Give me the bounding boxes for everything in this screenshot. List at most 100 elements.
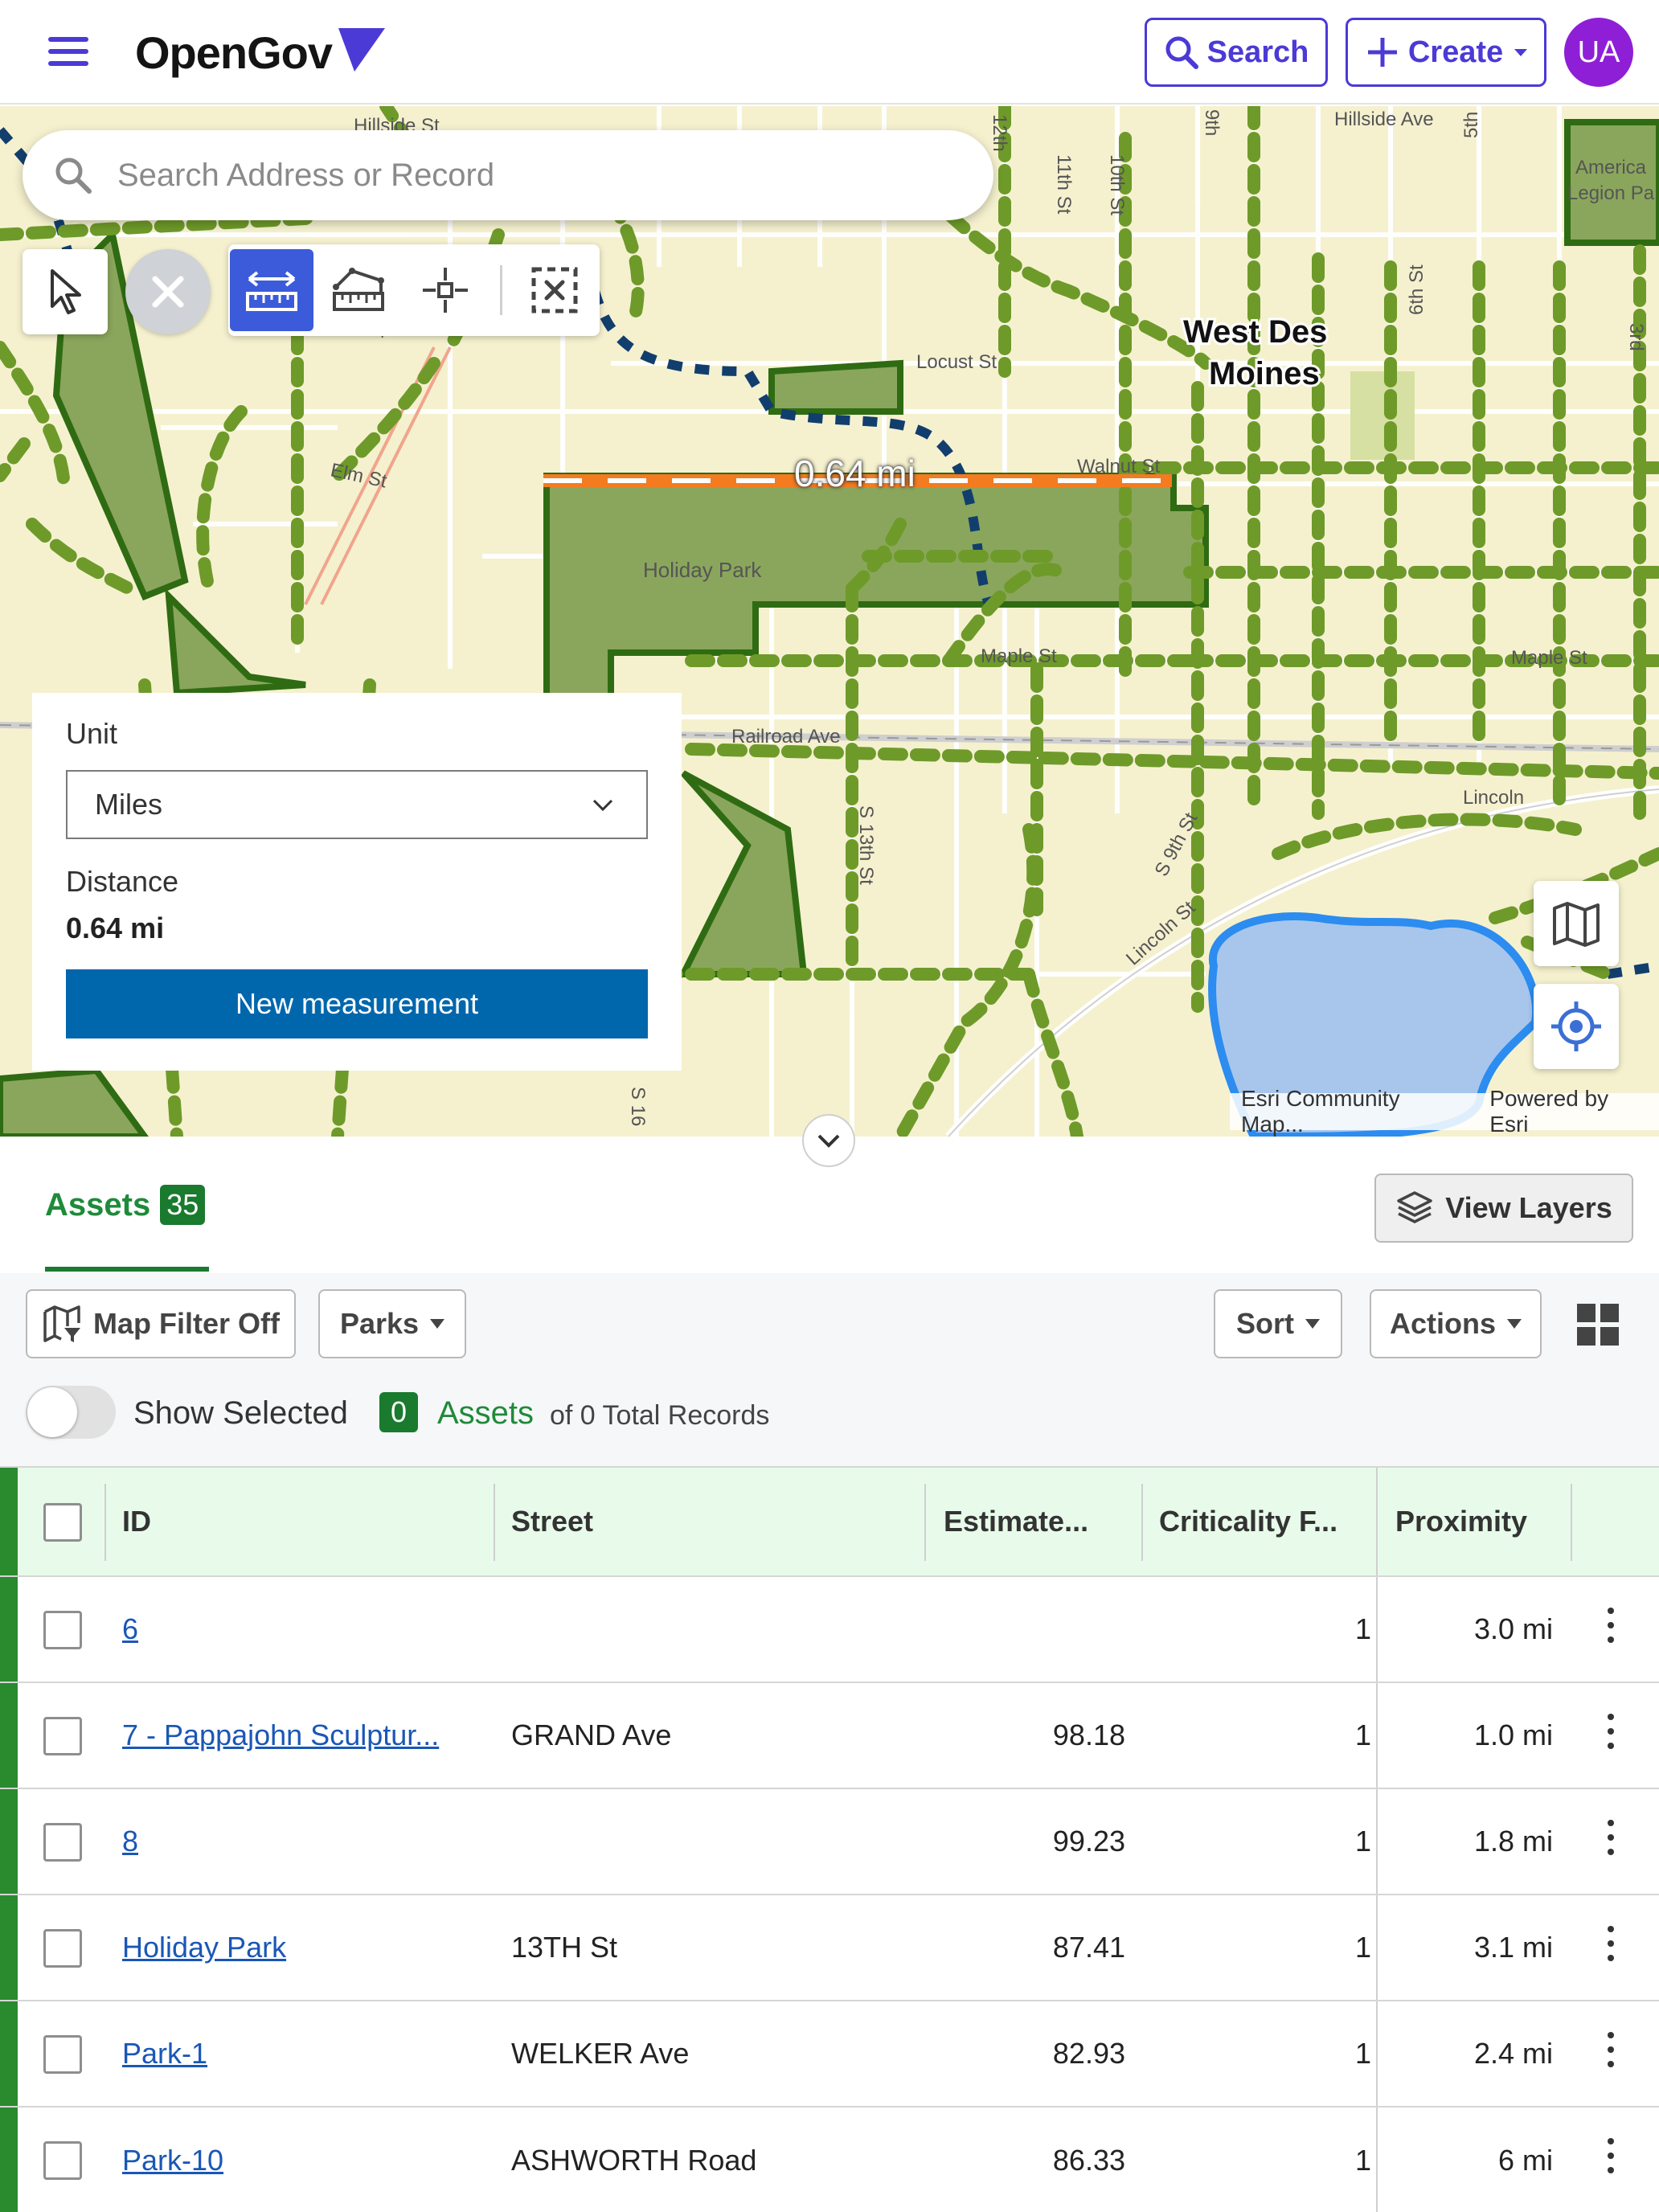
sort-button[interactable]: Sort bbox=[1214, 1289, 1342, 1358]
row-id-link[interactable]: 7 - Pappajohn Sculptur... bbox=[122, 1718, 439, 1752]
label-s-13th-st: S 13th St bbox=[855, 805, 877, 885]
row-id-link[interactable]: Park-1 bbox=[122, 2037, 207, 2071]
attribution-powered[interactable]: Powered by Esri bbox=[1489, 1086, 1648, 1137]
measurement-panel: Unit Miles Distance 0.64 mi New measurem… bbox=[32, 693, 682, 1071]
row-estimate bbox=[924, 1577, 1125, 1682]
tab-assets[interactable]: Assets 35 bbox=[45, 1185, 206, 1225]
logo[interactable]: OpenGov bbox=[135, 24, 387, 80]
search-button[interactable]: Search bbox=[1145, 18, 1328, 87]
label-hillside-ave: Hillside Ave bbox=[1334, 109, 1434, 130]
unit-select[interactable]: Miles bbox=[66, 770, 648, 839]
measure-area-tool[interactable] bbox=[317, 249, 400, 331]
table-row[interactable]: Park-10 ASHWORTH Road 86.33 1 6 mi bbox=[0, 2108, 1659, 2212]
column-header-street[interactable]: Street bbox=[511, 1468, 593, 1575]
table-row[interactable]: Park-1 WELKER Ave 82.93 1 2.4 mi bbox=[0, 2001, 1659, 2108]
measure-point-tool[interactable] bbox=[403, 249, 487, 331]
row-more-icon[interactable] bbox=[1608, 2032, 1614, 2067]
close-tools-button[interactable] bbox=[125, 249, 211, 334]
locate-button[interactable] bbox=[1534, 984, 1619, 1069]
create-button[interactable]: Create bbox=[1346, 18, 1546, 87]
table-row[interactable]: 7 - Pappajohn Sculptur... GRAND Ave 98.1… bbox=[0, 1683, 1659, 1789]
app-header: OpenGov Search Create UA bbox=[0, 0, 1659, 104]
ruler-area-icon bbox=[333, 268, 384, 311]
column-divider bbox=[104, 1484, 106, 1561]
label-12th: 12th bbox=[989, 114, 1010, 152]
selected-assets-label: Assets bbox=[437, 1395, 535, 1431]
column-header-id[interactable]: ID bbox=[122, 1468, 151, 1575]
filter-bar: Map Filter Off Parks Sort Actions Show S… bbox=[0, 1273, 1659, 1466]
row-estimate: 82.93 bbox=[1052, 2037, 1125, 2070]
row-id-link[interactable]: Park-10 bbox=[122, 2144, 223, 2177]
row-more-icon[interactable] bbox=[1608, 2138, 1614, 2173]
label-american-legion-2: Legion Pa bbox=[1567, 182, 1655, 204]
row-checkbox[interactable] bbox=[43, 2035, 82, 2074]
page: OpenGov Search Create UA Hillside St Hil… bbox=[0, 0, 1659, 2212]
table-header-row: ID Street Estimate... Criticality F... P… bbox=[0, 1468, 1659, 1577]
row-id-link[interactable]: 6 bbox=[122, 1612, 138, 1646]
avatar[interactable]: UA bbox=[1564, 18, 1633, 87]
clear-measurement-tool[interactable] bbox=[513, 249, 596, 331]
row-street: GRAND Ave bbox=[511, 1718, 672, 1751]
column-header-estimate[interactable]: Estimate... bbox=[944, 1468, 1088, 1575]
row-checkbox[interactable] bbox=[43, 1823, 82, 1862]
map-search-input[interactable] bbox=[117, 157, 921, 194]
label-elm-st: Elm St bbox=[329, 459, 389, 492]
row-more-icon[interactable] bbox=[1608, 1714, 1614, 1749]
column-divider bbox=[1571, 1484, 1572, 1561]
actions-label: Actions bbox=[1389, 1307, 1496, 1340]
column-divider bbox=[1141, 1484, 1143, 1561]
column-header-criticality[interactable]: Criticality F... bbox=[1159, 1468, 1337, 1575]
map-view[interactable]: Hillside St Hillside Ave Locust St Walnu… bbox=[0, 106, 1659, 1137]
chevron-down-icon bbox=[592, 799, 613, 812]
caret-down-icon bbox=[1305, 1319, 1320, 1329]
search-label: Search bbox=[1206, 35, 1309, 69]
sort-label: Sort bbox=[1236, 1307, 1294, 1340]
basemap-button[interactable] bbox=[1534, 881, 1619, 966]
search-icon bbox=[55, 158, 92, 194]
menu-icon[interactable] bbox=[48, 37, 88, 66]
table-row[interactable]: 6 1 3.0 mi bbox=[0, 1577, 1659, 1683]
unit-title: Unit bbox=[66, 717, 118, 750]
distance-title: Distance bbox=[66, 865, 179, 898]
label-11th-st: 11th St bbox=[1053, 154, 1075, 215]
table-row[interactable]: 8 99.23 1 1.8 mi bbox=[0, 1789, 1659, 1895]
logo-text: OpenGov bbox=[135, 27, 333, 78]
label-moines: Moines bbox=[1209, 356, 1320, 391]
total-records-label: of 0 Total Records bbox=[550, 1400, 770, 1431]
row-proximity: 3.0 mi bbox=[1473, 1612, 1553, 1645]
view-layers-button[interactable]: View Layers bbox=[1374, 1174, 1633, 1243]
row-estimate: 87.41 bbox=[1052, 1931, 1125, 1964]
show-selected-toggle[interactable] bbox=[26, 1386, 116, 1439]
attribution-source[interactable]: Esri Community Map... bbox=[1241, 1086, 1460, 1137]
label-railroad-ave: Railroad Ave bbox=[731, 726, 841, 748]
grid-view-icon[interactable] bbox=[1577, 1304, 1619, 1346]
row-more-icon[interactable] bbox=[1608, 1820, 1614, 1855]
label-maple-st: Maple St bbox=[981, 645, 1057, 667]
pointer-icon bbox=[51, 269, 81, 314]
row-checkbox[interactable] bbox=[43, 2141, 82, 2180]
measure-distance-tool[interactable] bbox=[230, 249, 313, 331]
search-icon bbox=[1165, 36, 1198, 69]
map-icon bbox=[1553, 902, 1600, 947]
collapse-map-button[interactable] bbox=[802, 1114, 855, 1167]
row-checkbox[interactable] bbox=[43, 1611, 82, 1649]
close-icon bbox=[152, 276, 184, 308]
map-filter-button[interactable]: Map Filter Off bbox=[26, 1289, 296, 1358]
row-id-link[interactable]: 8 bbox=[122, 1825, 138, 1858]
category-dropdown[interactable]: Parks bbox=[318, 1289, 466, 1358]
row-checkbox[interactable] bbox=[43, 1717, 82, 1755]
row-criticality: 1 bbox=[1354, 2037, 1371, 2070]
map-search-bar[interactable] bbox=[23, 130, 993, 220]
select-tool-button[interactable] bbox=[23, 249, 108, 334]
actions-button[interactable]: Actions bbox=[1370, 1289, 1542, 1358]
new-measurement-button[interactable]: New measurement bbox=[66, 969, 648, 1038]
select-all-checkbox[interactable] bbox=[43, 1503, 82, 1542]
tab-assets-count: 35 bbox=[160, 1185, 206, 1225]
row-checkbox[interactable] bbox=[43, 1929, 82, 1968]
row-more-icon[interactable] bbox=[1608, 1926, 1614, 1961]
row-street: 13TH St bbox=[511, 1931, 618, 1964]
column-header-proximity[interactable]: Proximity bbox=[1395, 1468, 1527, 1575]
row-id-link[interactable]: Holiday Park bbox=[122, 1931, 286, 1964]
row-more-icon[interactable] bbox=[1608, 1608, 1614, 1643]
table-row[interactable]: Holiday Park 13TH St 87.41 1 3.1 mi bbox=[0, 1895, 1659, 2001]
